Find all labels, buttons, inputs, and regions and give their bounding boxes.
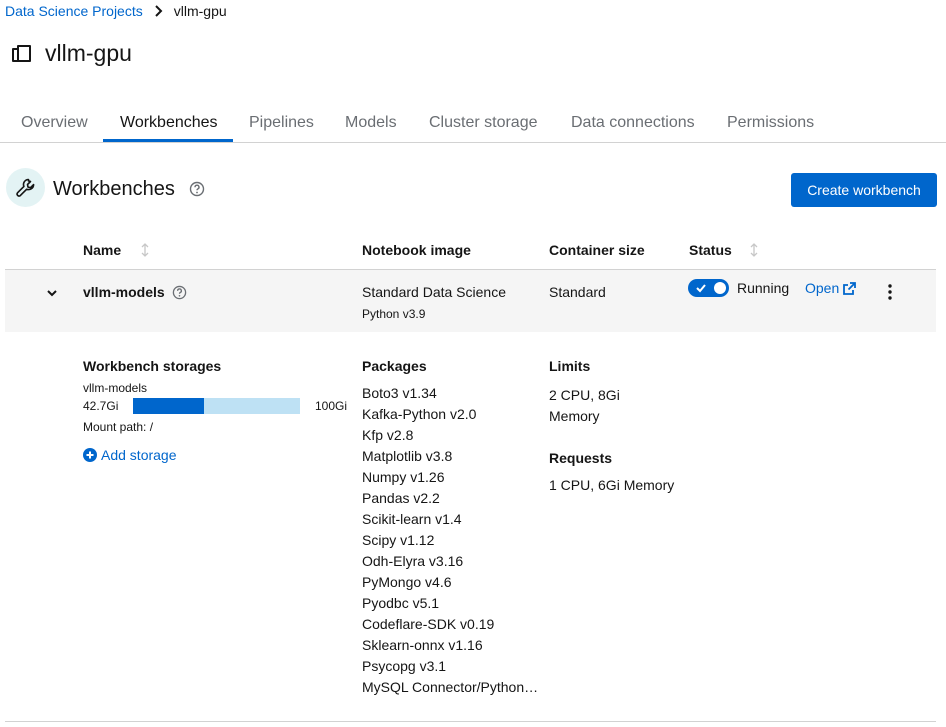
tab-cluster-storage[interactable]: Cluster storage bbox=[429, 114, 538, 132]
storage-name: vllm-models bbox=[83, 381, 148, 395]
wrench-icon bbox=[15, 178, 34, 197]
requests-value: 1 CPU, 6Gi Memory bbox=[549, 477, 675, 493]
container-size-value: Standard bbox=[549, 284, 606, 300]
package-item: Psycopg v3.1 bbox=[362, 658, 447, 674]
chevron-down-icon[interactable] bbox=[44, 285, 60, 301]
storage-progress-fill bbox=[133, 398, 205, 414]
add-storage-label: Add storage bbox=[101, 447, 177, 463]
package-item: Kfp v2.8 bbox=[362, 427, 414, 443]
column-header-notebook-image: Notebook image bbox=[362, 242, 471, 258]
breadcrumb-link-projects[interactable]: Data Science Projects bbox=[5, 3, 143, 19]
page-header: vllm-gpu bbox=[10, 40, 132, 67]
column-header-name[interactable]: Name bbox=[83, 242, 121, 258]
package-item: PyMongo v4.6 bbox=[362, 574, 452, 590]
help-icon[interactable] bbox=[189, 181, 205, 197]
kebab-menu-icon[interactable] bbox=[884, 283, 896, 301]
open-workbench-link[interactable]: Open bbox=[805, 280, 857, 296]
limits-value: 2 CPU, 8Gi Memory bbox=[549, 387, 620, 424]
sort-icon[interactable] bbox=[749, 242, 759, 258]
requests-heading: Requests bbox=[549, 450, 613, 466]
package-item: Boto3 v1.34 bbox=[362, 385, 437, 401]
workbench-toggle[interactable] bbox=[688, 279, 729, 297]
notebook-image-name: Standard Data Science bbox=[362, 284, 506, 300]
package-item: Matplotlib v3.8 bbox=[362, 448, 453, 464]
packages-list: Boto3 v1.34 Kafka-Python v2.0 Kfp v2.8 Matp… bbox=[362, 385, 542, 700]
package-item: Numpy v1.26 bbox=[362, 469, 445, 485]
package-item: Kafka-Python v2.0 bbox=[362, 406, 477, 422]
column-header-status[interactable]: Status bbox=[689, 242, 732, 258]
status-label: Running bbox=[737, 280, 790, 296]
storage-progress-bar bbox=[133, 398, 300, 414]
create-workbench-button[interactable]: Create workbench bbox=[791, 173, 937, 207]
project-folder-icon bbox=[12, 44, 31, 62]
table-bottom-divider bbox=[5, 721, 936, 722]
project-tabs: Overview Workbenches Pipelines Models Cl… bbox=[0, 102, 946, 143]
package-item: Sklearn-onnx v1.16 bbox=[362, 637, 483, 653]
tab-permissions[interactable]: Permissions bbox=[727, 114, 814, 132]
table-row bbox=[5, 270, 936, 332]
active-tab-indicator bbox=[103, 139, 233, 142]
storage-total-label: 100Gi bbox=[315, 399, 348, 413]
column-header-container-size: Container size bbox=[549, 242, 645, 258]
tab-overview[interactable]: Overview bbox=[21, 114, 88, 132]
check-icon bbox=[696, 284, 706, 293]
plus-circle-icon bbox=[83, 448, 97, 462]
wrench-icon-badge bbox=[6, 168, 45, 207]
tab-data-connections[interactable]: Data connections bbox=[571, 114, 695, 132]
page-title: vllm-gpu bbox=[45, 40, 132, 66]
tab-workbenches[interactable]: Workbenches bbox=[120, 114, 218, 132]
sort-icon[interactable] bbox=[140, 242, 150, 258]
package-item: Scikit-learn v1.4 bbox=[362, 511, 462, 527]
external-link-icon bbox=[843, 281, 857, 295]
package-item: Scipy v1.12 bbox=[362, 532, 435, 548]
storage-used-label: 42.7Gi bbox=[83, 399, 119, 413]
open-link-label: Open bbox=[805, 280, 840, 296]
package-item: Pyodbc v5.1 bbox=[362, 595, 440, 611]
notebook-image-version: Python v3.9 bbox=[362, 307, 426, 321]
chevron-right-icon bbox=[155, 5, 163, 17]
tab-pipelines[interactable]: Pipelines bbox=[249, 114, 314, 132]
mount-path: Mount path: / bbox=[83, 420, 154, 434]
packages-heading: Packages bbox=[362, 358, 427, 374]
package-item: Codeflare-SDK v0.19 bbox=[362, 616, 495, 632]
tab-models[interactable]: Models bbox=[345, 114, 397, 132]
limits-heading: Limits bbox=[549, 358, 591, 374]
toggle-knob bbox=[714, 282, 726, 294]
package-item: Pandas v2.2 bbox=[362, 490, 440, 506]
package-item: Odh-Elyra v3.16 bbox=[362, 553, 464, 569]
breadcrumb: Data Science Projects vllm-gpu bbox=[5, 3, 227, 19]
section-title: Workbenches bbox=[53, 178, 175, 200]
add-storage-button[interactable]: Add storage bbox=[83, 447, 177, 463]
help-icon[interactable] bbox=[172, 285, 187, 300]
workbench-name: vllm-models bbox=[83, 284, 165, 300]
workbench-storages-heading: Workbench storages bbox=[83, 358, 222, 374]
breadcrumb-current: vllm-gpu bbox=[173, 3, 227, 19]
package-item: MySQL Connector/Python v8.3 bbox=[362, 679, 542, 695]
